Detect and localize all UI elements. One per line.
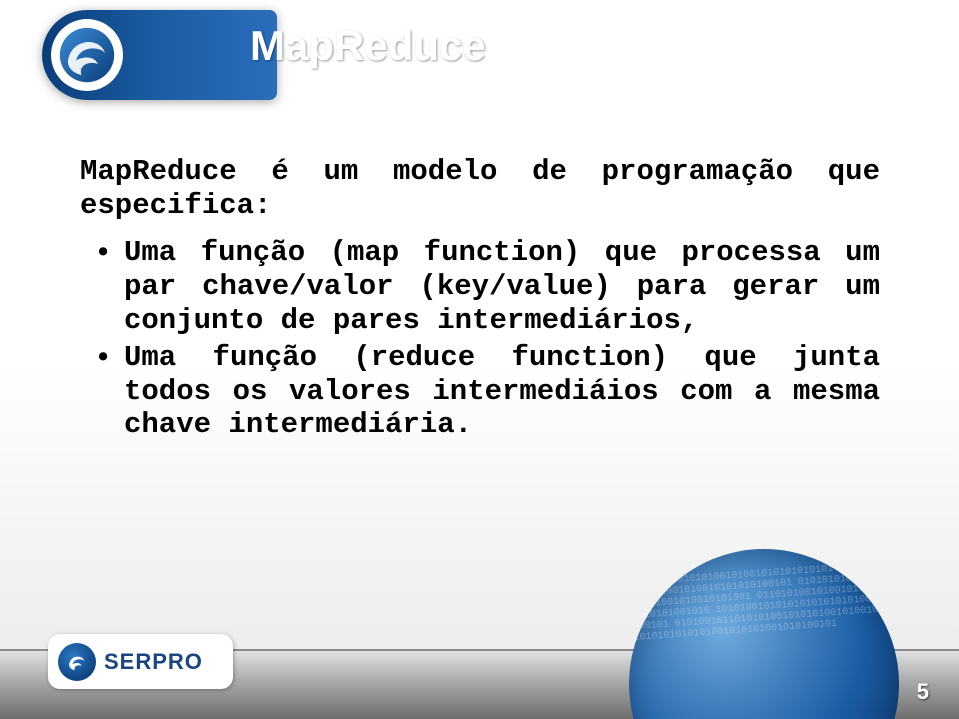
bullet-list: Uma função (map function) que processa u… [80, 236, 880, 442]
slide-title: MapReduce [250, 22, 486, 70]
footer-brand-badge: SERPRO [48, 634, 233, 689]
list-item: Uma função (reduce function) que junta t… [98, 341, 880, 442]
swirl-icon [58, 26, 116, 84]
header-logo-band [42, 10, 277, 100]
slide: MapReduce MapReduce é um modelo de progr… [0, 0, 959, 719]
footer-brand-text: SERPRO [104, 649, 203, 675]
footer-globe-graphic: 0110100101010100101001010101010101 10100… [629, 549, 899, 719]
company-logo-icon [51, 19, 123, 91]
footer-brand-icon [58, 643, 96, 681]
binary-texture: 0110100101010100101001010101010101 10100… [629, 549, 899, 719]
slide-body: MapReduce é um modelo de programação que… [80, 155, 880, 446]
swirl-icon [65, 650, 89, 674]
intro-text: MapReduce é um modelo de programação que… [80, 155, 880, 222]
page-number: 5 [917, 679, 929, 705]
list-item: Uma função (map function) que processa u… [98, 236, 880, 337]
